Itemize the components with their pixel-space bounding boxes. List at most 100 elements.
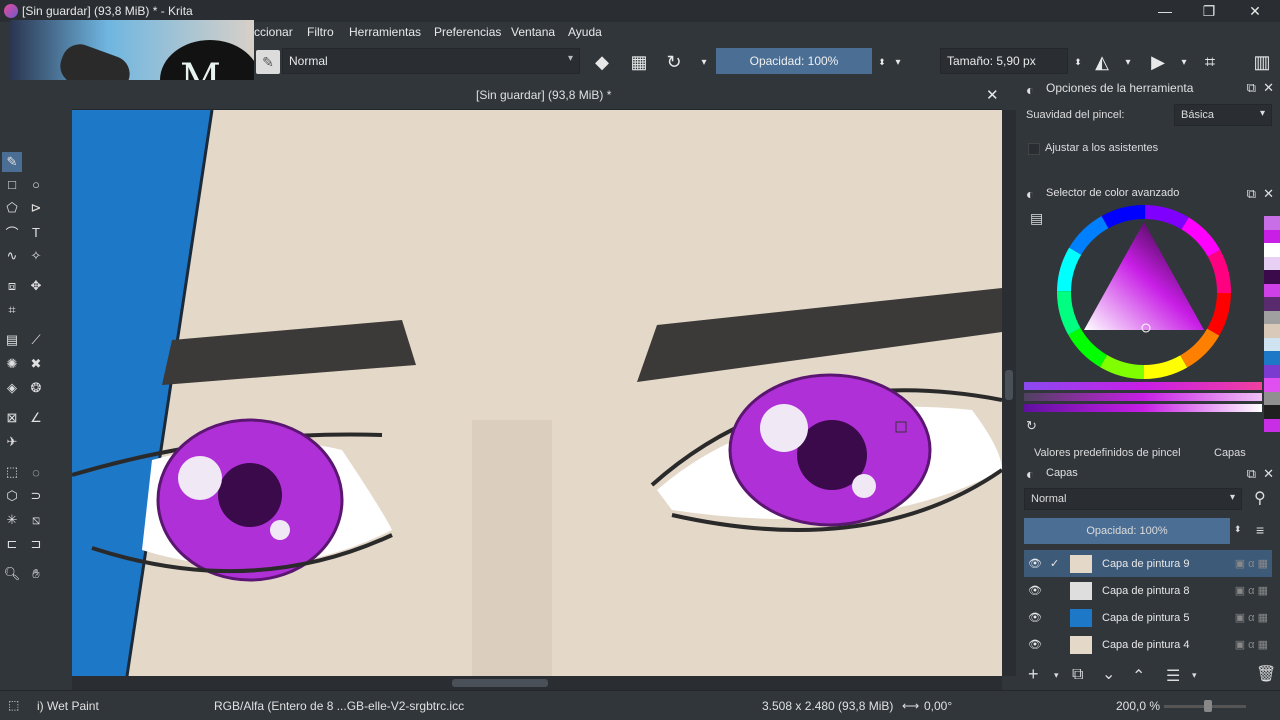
menu-icon[interactable]: ≡	[1256, 522, 1264, 538]
menu-tools[interactable]: Herramientas	[349, 25, 421, 39]
palette-swatch[interactable]	[1264, 378, 1280, 392]
chevron-down-icon[interactable]: ▾	[1192, 670, 1197, 681]
palette-swatch[interactable]	[1264, 243, 1280, 257]
spinner-icon[interactable]: ⬍	[1234, 524, 1242, 535]
smart-patch-icon[interactable]: ✺	[2, 354, 22, 374]
add-layer-icon[interactable]: +	[1028, 664, 1039, 685]
palette-swatch[interactable]	[1264, 391, 1280, 405]
lock-icon[interactable]: ▣ α ▦	[1235, 584, 1268, 597]
palette-swatch[interactable]	[1264, 364, 1280, 378]
palette-swatch[interactable]	[1264, 405, 1280, 419]
zoom-slider[interactable]	[1164, 700, 1246, 712]
hue-slider-2[interactable]	[1024, 393, 1262, 401]
eye-icon[interactable]: 👁︎	[1028, 611, 1046, 624]
palette-swatch[interactable]	[1264, 229, 1280, 243]
size-slider[interactable]: Tamaño: 5,90 px	[940, 48, 1068, 74]
color-wheel[interactable]	[1054, 202, 1234, 382]
polyline-tool-icon[interactable]: ⊳	[26, 198, 46, 218]
vertical-scrollbar[interactable]	[1002, 110, 1016, 676]
chevron-down-icon[interactable]: ▾	[1116, 50, 1140, 74]
tab-brush-presets[interactable]: Valores predefinidos de pincel	[1034, 447, 1181, 459]
layer-opacity-slider[interactable]: Opacidad: 100%	[1024, 518, 1230, 544]
tab-layers[interactable]: Capas	[1214, 447, 1246, 459]
workspace-icon[interactable]: ▥	[1250, 50, 1274, 74]
menu-window[interactable]: Ventana	[511, 25, 555, 39]
palette-swatch[interactable]	[1264, 337, 1280, 351]
pattern-fill-icon[interactable]: ❂	[26, 378, 46, 398]
brush-preset-icon[interactable]: ✎	[256, 50, 280, 74]
close-window-button[interactable]: ✕	[1232, 0, 1278, 22]
close-dock-icon[interactable]: ✕	[1263, 80, 1274, 96]
ellipse-tool-icon[interactable]: ○	[26, 174, 46, 194]
float-dock-icon[interactable]: ⧉	[1247, 186, 1256, 202]
duplicate-layer-icon[interactable]: ⧉	[1072, 666, 1083, 684]
blend-mode-select[interactable]: Normal ▾	[282, 48, 580, 74]
layer-blend-select[interactable]: Normal ▾	[1024, 488, 1242, 510]
freehand-select-icon[interactable]: ⊃	[26, 486, 46, 506]
gradient-tool-icon[interactable]: ▤	[2, 330, 22, 350]
minimize-button[interactable]: —	[1142, 0, 1188, 22]
palette-swatch[interactable]	[1264, 283, 1280, 297]
menu-select[interactable]: ccionar	[254, 25, 293, 39]
polygon-select-icon[interactable]: ⬡	[2, 486, 22, 506]
layer-row[interactable]: 👁︎ Capa de pintura 4 ▣ α ▦	[1024, 631, 1272, 658]
filter-icon[interactable]: ⚲	[1254, 488, 1266, 508]
similar-select-icon[interactable]: ⧅	[26, 510, 46, 530]
move-up-icon[interactable]: ⌃	[1132, 666, 1145, 686]
move-down-icon[interactable]: ⌄	[1102, 664, 1115, 684]
close-document-button[interactable]: ✕	[986, 86, 999, 104]
rotation-icon[interactable]: ⟷	[902, 699, 919, 713]
freehand-path-icon[interactable]: ∿	[2, 246, 22, 266]
selector-settings-icon[interactable]: ▤	[1030, 210, 1043, 227]
colorize-mask-icon[interactable]: ✖	[26, 354, 46, 374]
palette-swatch[interactable]	[1264, 270, 1280, 284]
smoothing-select[interactable]: Básica ▾	[1174, 104, 1272, 126]
text-tool-icon[interactable]: T	[26, 222, 46, 242]
assistant-tool-icon[interactable]: ⊠	[2, 408, 22, 428]
chevron-down-icon[interactable]: ▾	[692, 50, 716, 74]
spinner-icon[interactable]: ⬍	[1066, 50, 1090, 74]
measure-tool-icon[interactable]: ∠	[26, 408, 46, 428]
reload-preset-icon[interactable]: ↻	[662, 50, 686, 74]
layer-row[interactable]: 👁︎ Capa de pintura 5 ▣ α ▦	[1024, 604, 1272, 631]
chevron-down-icon[interactable]: ▾	[1054, 670, 1059, 681]
layer-properties-icon[interactable]: ☰	[1166, 666, 1180, 686]
eye-icon[interactable]: 👁︎	[1028, 557, 1046, 570]
lock-icon[interactable]: ▣ α ▦	[1235, 557, 1268, 570]
pan-tool-icon[interactable]: ✋︎	[26, 564, 46, 584]
eraser-icon[interactable]: ◆	[590, 50, 614, 74]
mirror-vertical-icon[interactable]: ▶	[1146, 50, 1170, 74]
lock-icon[interactable]: ▣ α ▦	[1235, 611, 1268, 624]
palette-swatch[interactable]	[1264, 418, 1280, 432]
palette-swatch[interactable]	[1264, 216, 1280, 230]
magnetic-select-icon[interactable]: ⊐	[26, 534, 46, 554]
transform-tool-icon[interactable]: ⧈	[2, 276, 22, 296]
close-dock-icon[interactable]: ✕	[1263, 186, 1274, 202]
delete-layer-icon[interactable]: 🗑︎	[1256, 664, 1276, 684]
scroll-thumb[interactable]	[452, 679, 548, 687]
refresh-icon[interactable]: ↻	[1026, 418, 1037, 434]
snap-checkbox[interactable]	[1028, 143, 1040, 155]
contiguous-select-icon[interactable]: ✳	[2, 510, 22, 530]
layer-row[interactable]: 👁︎ Capa de pintura 8 ▣ α ▦	[1024, 577, 1272, 604]
float-dock-icon[interactable]: ⧉	[1247, 80, 1256, 96]
freehand-brush-icon[interactable]: ✎	[2, 152, 22, 172]
float-dock-icon[interactable]: ⧉	[1247, 466, 1256, 482]
scroll-thumb[interactable]	[1005, 370, 1013, 400]
rectangle-tool-icon[interactable]: □	[2, 174, 22, 194]
menu-settings[interactable]: Preferencias	[434, 25, 501, 39]
layer-row[interactable]: 👁︎ ✓ Capa de pintura 9 ▣ α ▦	[1024, 550, 1272, 577]
mirror-horizontal-icon[interactable]: ◭	[1090, 50, 1114, 74]
canvas[interactable]	[72, 110, 1002, 676]
wrap-around-icon[interactable]: ⌗	[1198, 50, 1222, 74]
zoom-slider-handle[interactable]	[1204, 700, 1212, 712]
hue-slider-3[interactable]	[1024, 404, 1262, 412]
maximize-button[interactable]: ❐	[1186, 0, 1232, 22]
palette-swatch[interactable]	[1264, 256, 1280, 270]
check-icon[interactable]: ✓	[1050, 557, 1064, 570]
opacity-slider[interactable]: Opacidad: 100%	[716, 48, 872, 74]
bezier-select-icon[interactable]: ⊏	[2, 534, 22, 554]
hue-slider-1[interactable]	[1024, 382, 1262, 390]
eye-icon[interactable]: 👁︎	[1028, 638, 1046, 651]
bezier-tool-icon[interactable]: ⌒	[2, 222, 22, 242]
